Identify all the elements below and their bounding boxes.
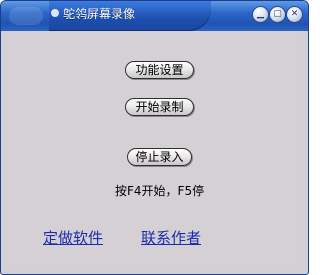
settings-button[interactable]: 功能设置	[125, 61, 194, 79]
maximize-icon: ▢	[273, 9, 282, 19]
hotkey-hint: 按F4开始，F5停	[115, 184, 205, 198]
start-recording-button[interactable]: 开始录制	[125, 98, 194, 116]
title-bar-decoration	[9, 7, 43, 25]
custom-software-link[interactable]: 定做软件	[43, 229, 103, 247]
minimize-button[interactable]: ▁	[252, 6, 269, 23]
stop-recording-button[interactable]: 停止录入	[127, 148, 192, 166]
minimize-icon: ▁	[257, 9, 264, 19]
contact-author-link[interactable]: 联系作者	[141, 229, 201, 247]
close-icon: ✕	[290, 9, 299, 19]
app-window: 鸵鸰屏幕录像 ▁ ▢ ✕ 功能设置 开始录制 停止录入 按F4开始，F5停 定做…	[0, 0, 309, 275]
window-title: 鸵鸰屏幕录像	[63, 7, 136, 21]
maximize-button[interactable]: ▢	[269, 6, 286, 23]
main-panel: 功能设置 开始录制 停止录入 按F4开始，F5停 定做软件 联系作者	[7, 31, 302, 270]
title-bar[interactable]: 鸵鸰屏幕录像 ▁ ▢ ✕	[1, 1, 308, 31]
app-icon	[51, 9, 59, 17]
close-button[interactable]: ✕	[286, 6, 303, 23]
